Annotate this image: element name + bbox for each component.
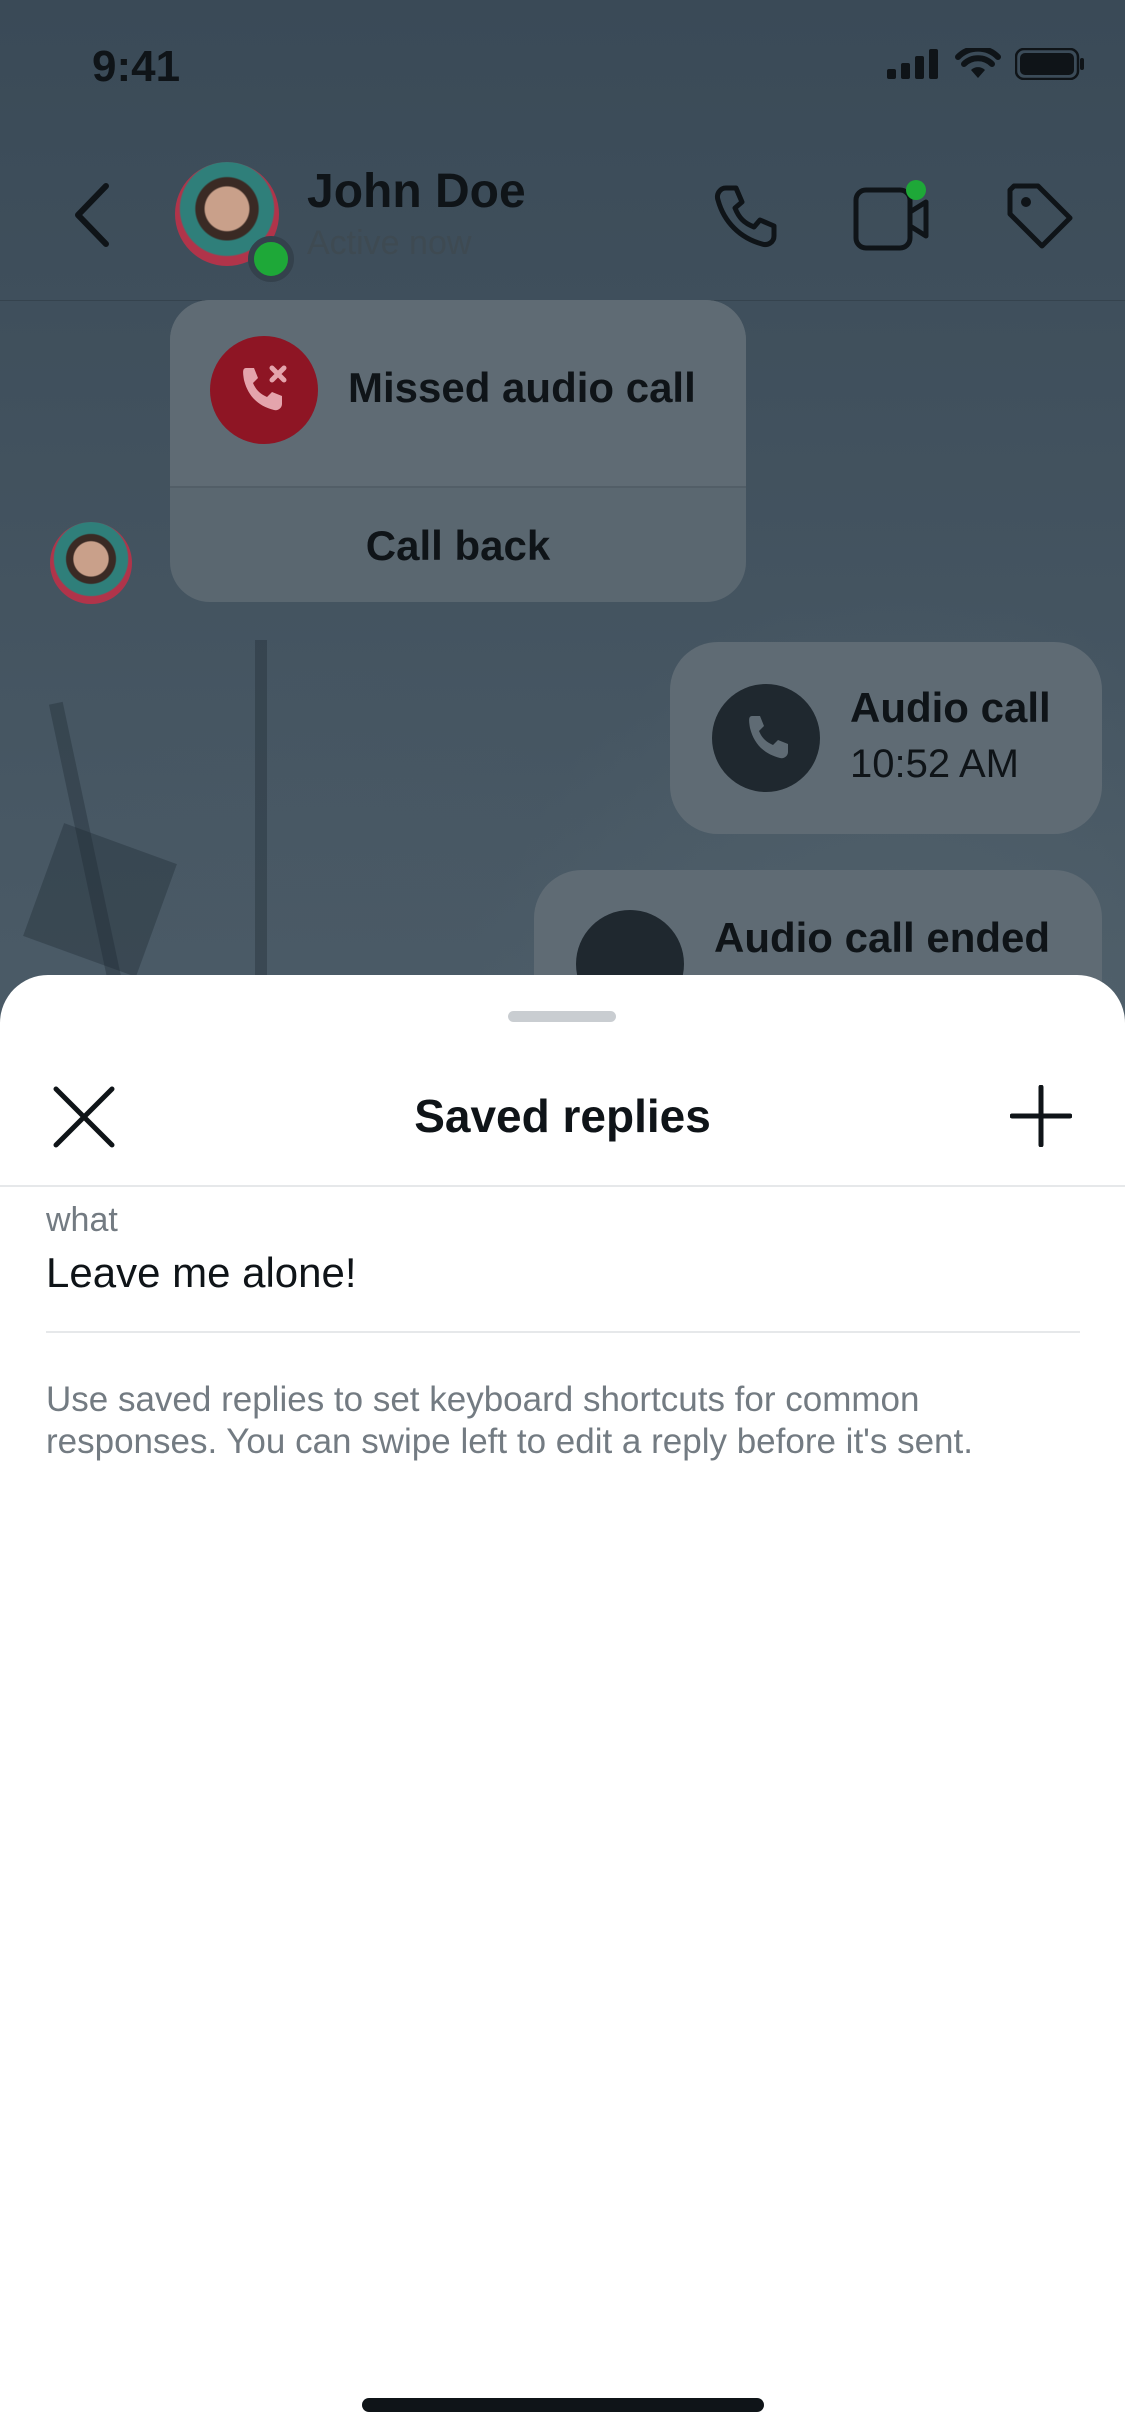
status-icons [887,48,1085,80]
missed-call-card: Missed audio call Call back [170,300,746,602]
contact-avatar-small[interactable] [50,522,132,604]
audio-call-ended-label: Audio call ended [714,914,1051,961]
status-bar: 9:41 [0,0,1125,140]
reply-shortcut: what [46,1201,118,1239]
sheet-title: Saved replies [414,1090,711,1142]
audio-call-card[interactable]: Audio call 10:52 AM [670,642,1102,834]
sheet-divider [0,1185,1125,1187]
audio-call-label: Audio call [850,684,1051,731]
reply-message: Leave me alone! [46,1249,357,1296]
call-back-button[interactable]: Call back [170,486,746,602]
add-icon[interactable] [1010,1085,1072,1147]
status-time: 9:41 [92,42,181,91]
sheet-grabber[interactable] [508,1011,616,1022]
phone-icon[interactable] [710,180,782,252]
background-mast [255,640,267,1000]
back-chevron-icon[interactable] [70,180,114,250]
audio-call-time: 10:52 AM [850,742,1020,786]
signal-icon [887,49,938,79]
contact-status: Active now [307,224,472,262]
reply-divider [46,1331,1080,1333]
wifi-icon [955,48,1001,78]
chat-header: John Doe Active now [0,140,1125,301]
saved-replies-hint: Use saved replies to set keyboard shortc… [46,1380,973,1461]
contact-name[interactable]: John Doe [307,164,526,219]
phone-icon [712,684,820,792]
missed-call-label: Missed audio call [348,364,696,411]
video-call-icon[interactable] [852,180,932,256]
saved-replies-sheet: Saved replies what Leave me alone! Use s… [0,975,1125,2436]
missed-call-header: Missed audio call [170,300,746,486]
tag-icon[interactable] [1004,180,1076,252]
missed-call-icon [210,336,318,444]
home-indicator[interactable] [362,2398,764,2412]
online-indicator [248,236,294,282]
saved-reply-item[interactable]: what Leave me alone! [46,1201,1080,1307]
battery-icon [1015,48,1084,80]
background-mast [23,823,177,977]
